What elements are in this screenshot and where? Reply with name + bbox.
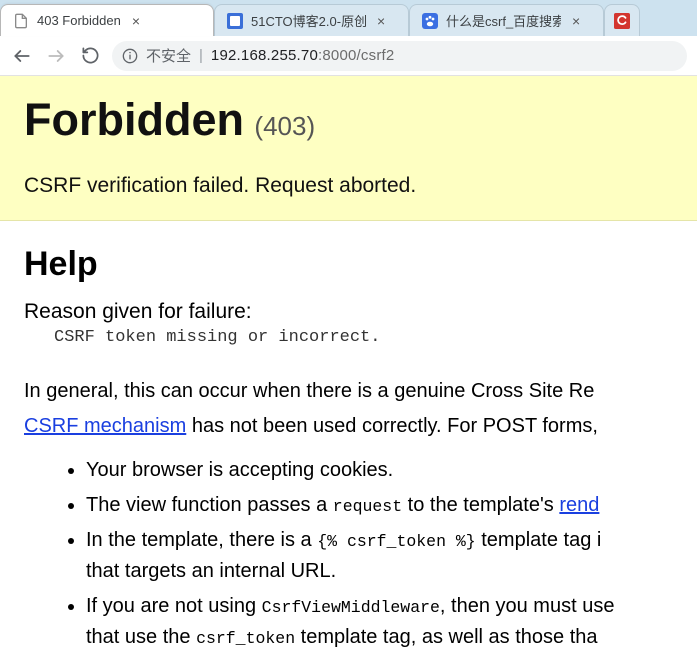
page-content: Forbidden (403) CSRF verification failed…	[0, 76, 697, 662]
browser-titlebar: 403 Forbidden × 51CTO博客2.0-原创 × 什么是csrf_…	[0, 0, 697, 36]
text-fragment: , then you must use	[440, 595, 615, 617]
list-item: If you are not using CsrfViewMiddleware,…	[86, 591, 673, 653]
text-fragment: that use the	[86, 626, 196, 648]
forward-button[interactable]	[44, 44, 68, 68]
site-favicon-baidu	[422, 13, 438, 29]
close-icon[interactable]: ×	[374, 12, 388, 30]
reason-text: CSRF token missing or incorrect.	[54, 328, 673, 347]
site-favicon-red	[614, 13, 630, 29]
site-favicon-51cto	[227, 13, 243, 29]
help-heading: Help	[24, 245, 673, 284]
tab-4[interactable]	[604, 4, 640, 36]
error-heading: Forbidden	[24, 94, 244, 145]
text-fragment: that targets an internal URL.	[86, 560, 336, 582]
address-separator: |	[199, 47, 203, 64]
close-icon[interactable]: ×	[129, 12, 143, 30]
browser-toolbar: 不安全 | 192.168.255.70:8000/csrf2	[0, 36, 697, 76]
url-text: 192.168.255.70:8000/csrf2	[211, 47, 395, 64]
render-link[interactable]: rend	[559, 494, 599, 516]
text-fragment: In the template, there is a	[86, 529, 317, 551]
tab-1[interactable]: 403 Forbidden ×	[0, 4, 214, 36]
back-button[interactable]	[10, 44, 34, 68]
tab-title: 什么是csrf_百度搜索	[446, 11, 561, 30]
reason-label: Reason given for failure:	[24, 300, 673, 324]
text-fragment: The view function passes a	[86, 494, 333, 516]
help-section: Help Reason given for failure: CSRF toke…	[0, 221, 697, 662]
url-host: 192.168.255.70	[211, 47, 318, 64]
site-info-icon[interactable]	[122, 48, 138, 64]
text-fragment: has not been used correctly. For POST fo…	[186, 415, 598, 437]
text-fragment: Your browser is accepting cookies.	[86, 459, 393, 481]
security-status-label: 不安全	[146, 45, 191, 66]
code-csrftoken: csrf_token	[196, 629, 295, 648]
tab-3[interactable]: 什么是csrf_百度搜索 ×	[409, 4, 604, 36]
error-code: (403)	[254, 111, 315, 141]
address-bar[interactable]: 不安全 | 192.168.255.70:8000/csrf2	[112, 41, 687, 71]
tab-title: 403 Forbidden	[37, 13, 121, 28]
tab-strip: 403 Forbidden × 51CTO博客2.0-原创 × 什么是csrf_…	[0, 0, 697, 36]
list-item: The view function passes a request to th…	[86, 490, 673, 521]
text-fragment: to the template's	[402, 494, 559, 516]
text-fragment: template tag, as well as those tha	[295, 626, 597, 648]
code-request: request	[333, 497, 402, 516]
text-fragment: In general, this can occur when there is…	[24, 380, 594, 402]
error-summary: CSRF verification failed. Request aborte…	[24, 174, 673, 198]
error-banner: Forbidden (403) CSRF verification failed…	[0, 76, 697, 221]
code-middleware: CsrfViewMiddleware	[262, 598, 440, 617]
explanation-paragraph: In general, this can occur when there is…	[24, 377, 673, 406]
list-item: Your browser is accepting cookies.	[86, 455, 673, 486]
explanation-paragraph-2: CSRF mechanism has not been used correct…	[24, 412, 673, 441]
text-fragment: If you are not using	[86, 595, 262, 617]
list-item: In the template, there is a {% csrf_toke…	[86, 525, 673, 587]
reload-button[interactable]	[78, 44, 102, 68]
csrf-mechanism-link[interactable]: CSRF mechanism	[24, 415, 186, 437]
code-csrftoken-tag: {% csrf_token %}	[317, 532, 475, 551]
tab-2[interactable]: 51CTO博客2.0-原创 ×	[214, 4, 409, 36]
close-icon[interactable]: ×	[569, 12, 583, 30]
file-icon	[13, 13, 29, 29]
help-list: Your browser is accepting cookies. The v…	[86, 455, 673, 653]
url-path: /csrf2	[357, 47, 395, 64]
url-port: :8000	[318, 47, 357, 64]
text-fragment: template tag i	[476, 529, 602, 551]
tab-title: 51CTO博客2.0-原创	[251, 11, 366, 30]
